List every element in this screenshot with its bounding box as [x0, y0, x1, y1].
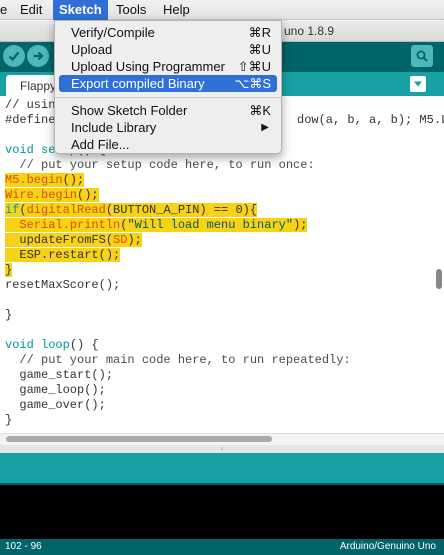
tab-menu-button[interactable]	[410, 76, 426, 92]
shortcut-label: ⌘K	[249, 103, 271, 118]
menu-item-show-sketch-folder[interactable]: Show Sketch Folder ⌘K	[59, 102, 277, 119]
checkmark-icon	[8, 51, 20, 62]
menu-edit[interactable]: Edit	[14, 0, 48, 20]
submenu-arrow-icon: ▶	[261, 122, 269, 133]
shortcut-label: ⌘U	[248, 42, 271, 57]
menu-item-export-compiled-binary[interactable]: Export compiled Binary ⌥⌘S	[59, 75, 277, 92]
code-line-highlighted: ESP.restart();	[5, 248, 121, 262]
code-line: }	[5, 308, 13, 322]
menu-sketch[interactable]: Sketch	[53, 0, 108, 20]
vertical-scrollbar[interactable]	[436, 269, 442, 289]
code-line: // put your setup code here, to run once…	[5, 158, 315, 172]
menubar: e Edit Sketch Tools Help	[0, 0, 444, 20]
menubar-app-fragment[interactable]: e	[0, 0, 13, 20]
code-line: void loop() {	[5, 338, 99, 352]
board-name: Arduino/Genuino Uno	[339, 541, 436, 552]
code-line-highlighted: M5.begin();	[5, 173, 85, 187]
code-line: resetMaxScore();	[5, 278, 121, 292]
code-line: game_over();	[5, 398, 106, 412]
shortcut-label: ⇧⌘U	[237, 59, 271, 74]
chevron-down-icon	[414, 81, 422, 87]
code-line: game_start();	[5, 368, 114, 382]
menu-separator	[55, 97, 281, 98]
pane-divider-handle[interactable]: ◦	[0, 445, 444, 453]
code-line: }	[5, 413, 13, 427]
menu-item-add-file[interactable]: Add File...	[59, 136, 277, 153]
drag-handle-icon: ◦	[220, 444, 224, 453]
code-line-highlighted: Wire.begin();	[5, 188, 99, 202]
verify-button[interactable]	[3, 45, 25, 67]
menu-item-upload-using-programmer[interactable]: Upload Using Programmer ⇧⌘U	[59, 58, 277, 75]
upload-button[interactable]	[27, 45, 49, 67]
code-line-highlighted: updateFromFS(SD);	[5, 233, 142, 247]
shortcut-label: ⌘R	[248, 25, 271, 40]
sketch-menu-dropdown: Verify/Compile ⌘R Upload ⌘U Upload Using…	[54, 20, 282, 154]
shortcut-label: ⌥⌘S	[234, 76, 271, 91]
serial-monitor-button[interactable]	[411, 45, 433, 67]
magnifier-icon	[416, 50, 428, 62]
code-line: // put your main code here, to run repea…	[5, 353, 351, 367]
menu-item-upload[interactable]: Upload ⌘U	[59, 41, 277, 58]
status-bar: 102 - 96 Arduino/Genuino Uno	[0, 539, 444, 555]
menu-item-include-library[interactable]: Include Library ▶	[59, 119, 277, 136]
code-line: game_loop();	[5, 383, 106, 397]
line-numbers: 102 - 96	[5, 541, 42, 552]
code-line-highlighted: if(digitalRead(BUTTON_A_PIN) == 0){	[5, 203, 258, 217]
message-area	[0, 453, 444, 483]
menu-help[interactable]: Help	[157, 0, 196, 20]
console-output[interactable]	[0, 483, 444, 539]
code-line-highlighted: }	[5, 263, 13, 277]
code-line-highlighted: Serial.println("Will load menu binary");	[5, 218, 351, 233]
arrow-right-icon	[33, 51, 44, 61]
window-title: uno 1.8.9	[284, 24, 335, 38]
menu-tools[interactable]: Tools	[110, 0, 152, 20]
menu-item-verify-compile[interactable]: Verify/Compile ⌘R	[59, 24, 277, 41]
horizontal-scrollbar[interactable]	[6, 436, 272, 442]
